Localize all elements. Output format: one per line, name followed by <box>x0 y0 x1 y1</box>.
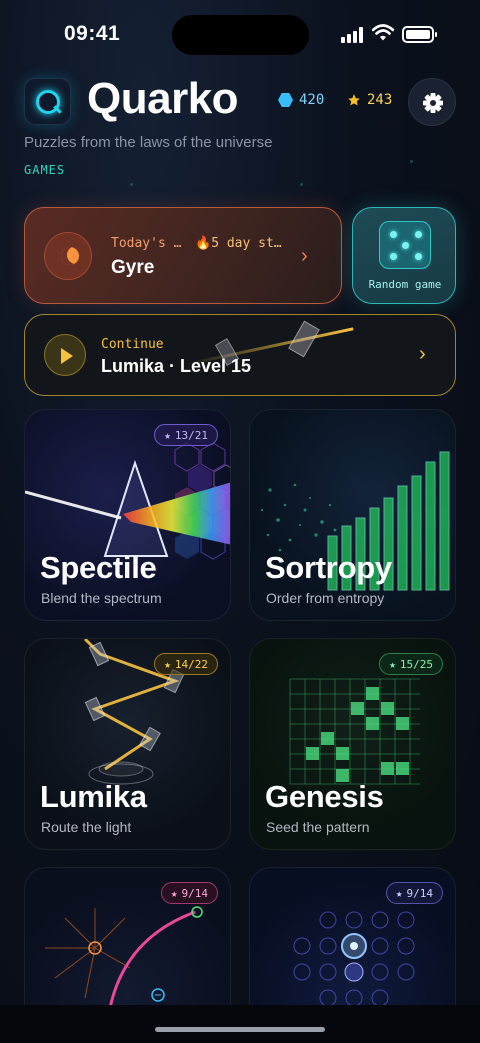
game-subtitle: Route the light <box>41 819 132 835</box>
progress-badge: ★ 14/22 <box>154 653 218 675</box>
background-star <box>300 183 303 186</box>
star-icon: ★ <box>164 428 171 442</box>
game-title: Lumika <box>40 779 147 814</box>
prism-decoration <box>288 320 320 358</box>
progress-badge: ★ 13/21 <box>154 424 218 446</box>
settings-button[interactable] <box>408 78 456 126</box>
star-icon: ★ <box>170 886 178 900</box>
continue-label: Continue <box>101 337 164 352</box>
home-indicator[interactable] <box>155 1027 325 1032</box>
progress-badge: ★ 15/25 <box>379 653 443 675</box>
daily-game-name: Gyre <box>111 257 155 278</box>
app-screen: 09:41 Quarko 420 243 Puzzles from the la… <box>0 0 480 1043</box>
dice-icon <box>379 221 431 269</box>
star-icon: ★ <box>164 657 171 671</box>
game-card-genesis[interactable]: ★ 15/25 Genesis Seed the pattern <box>249 638 456 850</box>
gear-icon <box>423 93 443 113</box>
play-icon <box>44 334 86 376</box>
streak-label: 🔥5 day st… <box>195 236 282 251</box>
game-card-spectile[interactable]: ★ 13/21 Spectile Blend the spectrum <box>24 409 231 621</box>
game-title: Sortropy <box>265 550 392 585</box>
random-game-label: Random game <box>368 278 442 291</box>
daily-label: Today's … <box>111 236 182 251</box>
star-icon: ★ <box>395 886 403 900</box>
moon-icon <box>44 232 92 280</box>
stars-counter[interactable]: 243 <box>347 92 392 108</box>
game-subtitle: Seed the pattern <box>266 819 370 835</box>
status-bar: 09:41 <box>0 0 480 70</box>
gems-counter[interactable]: 420 <box>278 92 324 108</box>
game-title: Spectile <box>40 550 157 585</box>
random-game-button[interactable]: Random game <box>352 207 456 304</box>
hexagon-gem-icon <box>278 93 293 107</box>
app-logo-icon <box>24 78 71 125</box>
status-time: 09:41 <box>64 22 121 45</box>
game-subtitle: Blend the spectrum <box>41 590 162 606</box>
app-title: Quarko <box>87 74 239 123</box>
daily-puzzle-card[interactable]: Today's … 🔥5 day st… Gyre › <box>24 207 342 304</box>
gems-count: 420 <box>299 92 325 108</box>
chevron-right-icon: › <box>419 343 426 365</box>
dynamic-island <box>172 15 309 55</box>
cellular-signal-icon <box>341 27 365 43</box>
game-title: Genesis <box>265 779 384 814</box>
background-star <box>130 183 133 186</box>
game-card-lumika[interactable]: ★ 14/22 Lumika Route the light <box>24 638 231 850</box>
continue-game-name: Lumika · Level 15 <box>101 356 252 376</box>
flame-icon: 🔥 <box>195 236 212 251</box>
star-icon: ★ <box>389 657 396 671</box>
wifi-icon <box>372 24 394 41</box>
progress-badge: ★ 9/14 <box>385 882 443 904</box>
progress-badge: ★ 9/14 <box>160 882 218 904</box>
tagline: Puzzles from the laws of the universe <box>24 134 273 151</box>
battery-icon <box>402 26 437 43</box>
section-label-games: GAMES <box>24 163 66 177</box>
continue-card[interactable]: Continue Lumika · Level 15 › <box>24 314 456 396</box>
game-subtitle: Order from entropy <box>266 590 385 606</box>
background-star <box>410 160 413 163</box>
star-icon <box>348 94 360 106</box>
stars-count: 243 <box>367 92 393 108</box>
game-card-sortropy[interactable]: Sortropy Order from entropy <box>249 409 456 621</box>
chevron-right-icon: › <box>301 245 308 267</box>
bottom-safe-area <box>0 1005 480 1043</box>
